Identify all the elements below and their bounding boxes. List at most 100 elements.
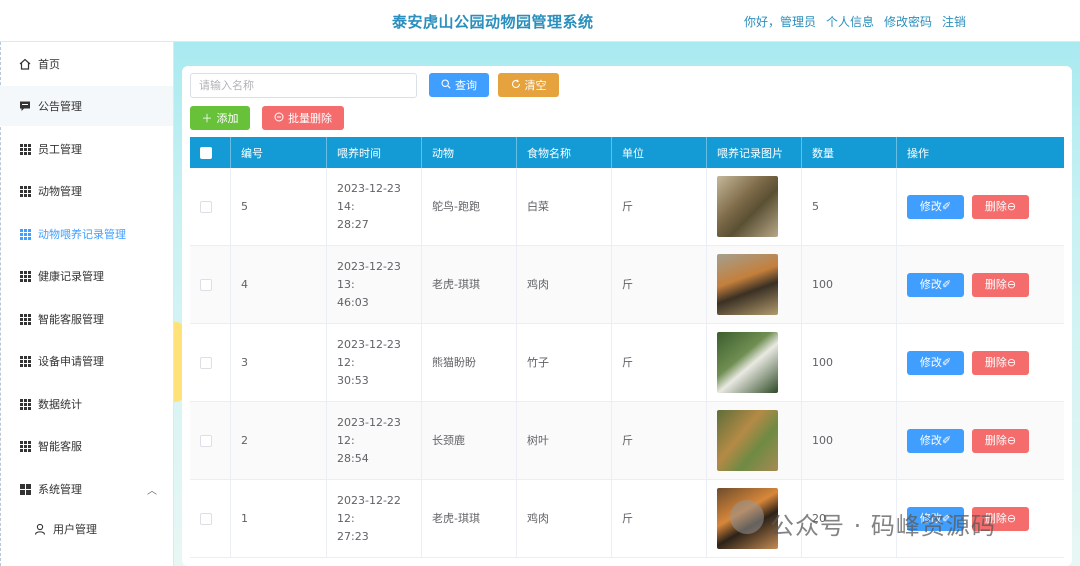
sidebar-item-animals[interactable]: 动物管理 bbox=[0, 171, 173, 211]
edit-label: 修改 bbox=[919, 433, 942, 447]
table-header: 编号 喂养时间 动物 食物名称 单位 喂养记录图片 数量 操作 bbox=[190, 137, 1064, 168]
cell-animal: 老虎-琪琪 bbox=[422, 246, 517, 323]
cell-actions: 修改 ✐ 删除 ⊖ bbox=[897, 168, 1064, 245]
table-row: 2 2023-12-23 12: 28:54 长颈鹿 树叶斤 100 修改 ✐ 删除 ⊖ bbox=[190, 402, 1064, 480]
search-icon bbox=[441, 78, 451, 92]
message-icon bbox=[19, 100, 31, 112]
edit-button[interactable]: 修改 ✐ bbox=[907, 350, 964, 375]
col-header-image[interactable]: 喂养记录图片 bbox=[707, 137, 802, 168]
row-checkbox[interactable] bbox=[200, 278, 212, 291]
sidebar-item-equipment-requests[interactable]: 设备申请管理 bbox=[0, 341, 173, 381]
query-button[interactable]: 查询 bbox=[429, 73, 489, 97]
sidebar-item-statistics[interactable]: 数据统计 bbox=[0, 384, 173, 424]
cell-time-date: 2023-12-23 12: bbox=[337, 337, 401, 369]
delete-label: 删除 bbox=[984, 277, 1007, 291]
sidebar-item-announcements[interactable]: 公告管理 bbox=[0, 86, 173, 126]
delete-label: 删除 bbox=[984, 199, 1007, 213]
grid-icon bbox=[19, 228, 31, 240]
edit-button[interactable]: 修改 ✐ bbox=[907, 272, 964, 297]
bulk-delete-label: 批量删除 bbox=[288, 113, 332, 125]
cell-animal: 老虎-琪琪 bbox=[422, 480, 517, 557]
chevron-up-icon: ︿ bbox=[147, 485, 157, 497]
cell-unit: 斤 bbox=[612, 168, 707, 245]
row-checkbox[interactable] bbox=[200, 434, 212, 447]
edit-icon: ✐ bbox=[941, 199, 952, 213]
cell-id: 4 bbox=[231, 246, 327, 323]
table-row: 3 2023-12-23 12: 30:53 熊猫盼盼 竹子斤 100 修改 ✐ 删除 ⊖ bbox=[190, 324, 1064, 402]
sidebar-item-health-records[interactable]: 健康记录管理 bbox=[0, 256, 173, 296]
sidebar-item-feeding-records[interactable]: 动物喂养记录管理 bbox=[0, 214, 173, 254]
cell-time-rest: 28:54 bbox=[337, 451, 369, 465]
row-checkbox[interactable] bbox=[200, 356, 212, 369]
name-search-input[interactable] bbox=[190, 73, 417, 98]
cell-food: 鸡肉 bbox=[517, 246, 612, 323]
delete-button[interactable]: 删除 ⊖ bbox=[972, 272, 1029, 297]
feeding-photo-thumbnail[interactable] bbox=[717, 254, 778, 315]
sidebar-item-ai-service-admin[interactable]: 智能客服管理 bbox=[0, 299, 173, 339]
grid-icon bbox=[19, 185, 31, 197]
sidebar-item-home[interactable]: 首页 bbox=[0, 44, 173, 84]
cell-actions: 修改 ✐ 删除 ⊖ bbox=[897, 324, 1064, 401]
sidebar-item-label: 动物喂养记录管理 bbox=[38, 228, 126, 241]
col-header-unit[interactable]: 单位 bbox=[612, 137, 707, 168]
feeding-photo-thumbnail[interactable] bbox=[717, 410, 778, 471]
cell-animal: 鸵鸟-跑跑 bbox=[422, 168, 517, 245]
sidebar-item-label: 智能客服 bbox=[38, 440, 82, 453]
cell-time-rest: 27:23 bbox=[337, 529, 369, 543]
select-all-cell bbox=[190, 137, 231, 168]
minus-circle-icon: ⊖ bbox=[1006, 277, 1017, 291]
sidebar-item-ai-service[interactable]: 智能客服 bbox=[0, 426, 173, 466]
refresh-icon bbox=[511, 78, 521, 92]
cell-time: 2023-12-22 12: 27:23 bbox=[327, 480, 422, 557]
edit-button[interactable]: 修改 ✐ bbox=[907, 428, 964, 453]
delete-button[interactable]: 删除 ⊖ bbox=[972, 350, 1029, 375]
delete-button[interactable]: 删除 ⊖ bbox=[972, 194, 1029, 219]
profile-link[interactable]: 个人信息 bbox=[826, 13, 874, 30]
cell-food: 树叶 bbox=[517, 402, 612, 479]
col-header-food[interactable]: 食物名称 bbox=[517, 137, 612, 168]
change-password-link[interactable]: 修改密码 bbox=[884, 13, 932, 30]
cell-quantity: 100 bbox=[802, 324, 897, 401]
col-header-animal[interactable]: 动物 bbox=[422, 137, 517, 168]
add-button[interactable]: ＋ 添加 bbox=[190, 106, 250, 130]
minus-circle-icon: ⊖ bbox=[1006, 433, 1017, 447]
cell-image bbox=[707, 168, 802, 245]
sidebar-item-staff[interactable]: 员工管理 bbox=[0, 129, 173, 169]
edit-button[interactable]: 修改 ✐ bbox=[907, 194, 964, 219]
home-icon bbox=[19, 58, 31, 70]
sidebar-item-system[interactable]: 系统管理 ︿ bbox=[0, 469, 173, 509]
col-header-time[interactable]: 喂养时间 bbox=[327, 137, 422, 168]
sidebar-item-label: 首页 bbox=[38, 58, 60, 71]
cell-id: 2 bbox=[231, 402, 327, 479]
row-checkbox[interactable] bbox=[200, 200, 212, 213]
grid-icon bbox=[19, 440, 31, 452]
edit-icon: ✐ bbox=[941, 277, 952, 291]
greeting-text: 你好，管理员 bbox=[744, 15, 817, 29]
col-header-id[interactable]: 编号 bbox=[231, 137, 327, 168]
edit-label: 修改 bbox=[919, 277, 942, 291]
cell-food: 白菜 bbox=[517, 168, 612, 245]
logout-link[interactable]: 注销 bbox=[942, 13, 966, 30]
cell-unit: 斤 bbox=[612, 324, 707, 401]
clear-button[interactable]: 清空 bbox=[498, 73, 559, 97]
apps-icon bbox=[19, 483, 31, 495]
plus-icon: ＋ bbox=[201, 113, 213, 125]
grid-icon bbox=[19, 313, 31, 325]
feeding-photo-thumbnail[interactable] bbox=[717, 332, 778, 393]
cell-animal: 长颈鹿 bbox=[422, 402, 517, 479]
sidebar-item-label: 用户管理 bbox=[53, 523, 97, 536]
watermark-text: 公众号 · 码峰资源码 bbox=[770, 512, 996, 540]
feeding-photo-thumbnail[interactable] bbox=[717, 176, 778, 237]
cell-time-date: 2023-12-23 13: bbox=[337, 259, 401, 291]
user-icon bbox=[34, 523, 46, 535]
delete-button[interactable]: 删除 ⊖ bbox=[972, 428, 1029, 453]
sidebar-item-users[interactable]: 用户管理 bbox=[0, 509, 173, 549]
cell-unit: 斤 bbox=[612, 246, 707, 323]
cell-animal: 熊猫盼盼 bbox=[422, 324, 517, 401]
edit-label: 修改 bbox=[919, 355, 942, 369]
row-checkbox[interactable] bbox=[200, 512, 212, 525]
sidebar-item-label: 设备申请管理 bbox=[38, 355, 104, 368]
select-all-checkbox[interactable] bbox=[200, 146, 212, 159]
bulk-delete-button[interactable]: 批量删除 bbox=[262, 106, 344, 130]
col-header-quantity[interactable]: 数量 bbox=[802, 137, 897, 168]
